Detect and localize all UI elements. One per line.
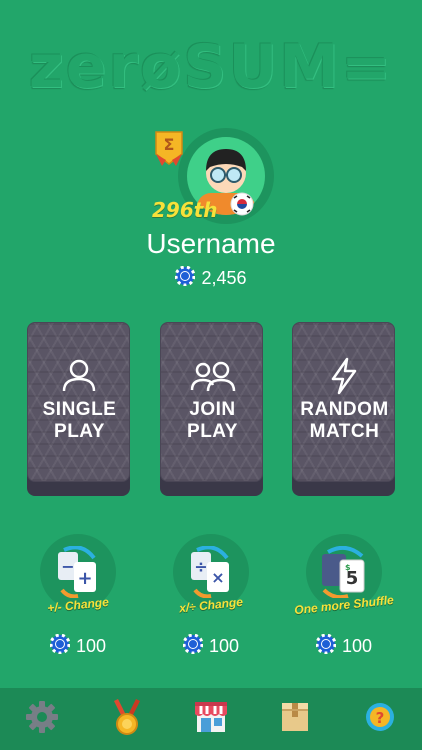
times-divide-change-icon: ÷ × bbox=[187, 545, 237, 602]
bottom-nav: ? bbox=[0, 688, 422, 750]
chip-icon bbox=[174, 265, 196, 291]
cost-amount: 100 bbox=[208, 636, 240, 656]
plus-minus-change-powerup[interactable]: − + +/- Change 100 bbox=[28, 534, 128, 664]
one-more-shuffle-powerup[interactable]: 5 $ One more Shuffle 100 bbox=[294, 534, 394, 664]
label-line-1: RANDOM bbox=[300, 399, 389, 420]
join-play-button[interactable]: JOIN PLAY bbox=[160, 322, 263, 496]
chip-icon bbox=[315, 633, 337, 659]
coin-amount: 2,456 bbox=[201, 268, 247, 288]
lightning-icon bbox=[325, 357, 363, 399]
two-users-icon bbox=[189, 357, 237, 397]
app-logo: zerøSUM= bbox=[28, 32, 394, 102]
svg-text:÷: ÷ bbox=[194, 557, 207, 576]
coin-balance: 2,456 bbox=[0, 265, 422, 291]
powerup-cost: 100 bbox=[294, 633, 394, 659]
chip-icon bbox=[182, 633, 204, 659]
powerup-cost: 100 bbox=[28, 633, 128, 659]
nav-help[interactable]: ? bbox=[350, 688, 410, 750]
nav-shop[interactable] bbox=[181, 688, 241, 750]
player-rank: 296th bbox=[152, 198, 218, 222]
nav-ranking[interactable] bbox=[97, 688, 157, 750]
gear-icon bbox=[25, 700, 59, 738]
plus-minus-change-icon: − + bbox=[54, 545, 104, 602]
svg-text:+: + bbox=[77, 568, 92, 589]
username: Username bbox=[146, 228, 276, 259]
nav-inventory[interactable] bbox=[265, 688, 325, 750]
label-line-2: MATCH bbox=[309, 421, 380, 442]
sigma-trophy-icon: Σ bbox=[154, 128, 184, 170]
profile-avatar[interactable]: Σ 296th bbox=[150, 128, 274, 228]
svg-text:Σ: Σ bbox=[164, 135, 175, 154]
cost-amount: 100 bbox=[75, 636, 107, 656]
help-icon: ? bbox=[365, 702, 395, 736]
card-face: SINGLE PLAY bbox=[27, 322, 130, 482]
label-line-1: JOIN bbox=[189, 399, 236, 420]
label-line-1: SINGLE bbox=[42, 399, 117, 420]
label-line-2: PLAY bbox=[54, 421, 105, 442]
shop-icon bbox=[193, 700, 229, 738]
single-play-button[interactable]: SINGLE PLAY bbox=[27, 322, 130, 496]
svg-text:$: $ bbox=[345, 563, 351, 572]
single-play-label: SINGLE PLAY bbox=[28, 399, 131, 443]
korea-flag-icon bbox=[230, 192, 254, 216]
box-icon bbox=[280, 701, 310, 737]
join-play-label: JOIN PLAY bbox=[161, 399, 264, 443]
times-divide-change-powerup[interactable]: ÷ × x/÷ Change 100 bbox=[161, 534, 261, 664]
medal-icon bbox=[113, 699, 140, 739]
single-user-icon bbox=[60, 357, 98, 397]
powerup-cost: 100 bbox=[161, 633, 261, 659]
nav-settings[interactable] bbox=[12, 688, 72, 750]
svg-text:−: − bbox=[61, 557, 74, 576]
chip-icon bbox=[49, 633, 71, 659]
random-match-button[interactable]: RANDOM MATCH bbox=[292, 322, 395, 496]
cost-amount: 100 bbox=[341, 636, 373, 656]
label-line-2: PLAY bbox=[187, 421, 238, 442]
shuffle-icon: 5 $ bbox=[318, 545, 372, 602]
card-face: JOIN PLAY bbox=[160, 322, 263, 482]
svg-text:×: × bbox=[211, 568, 224, 587]
card-face: RANDOM MATCH bbox=[292, 322, 395, 482]
svg-text:?: ? bbox=[375, 709, 384, 727]
random-match-label: RANDOM MATCH bbox=[293, 399, 396, 443]
